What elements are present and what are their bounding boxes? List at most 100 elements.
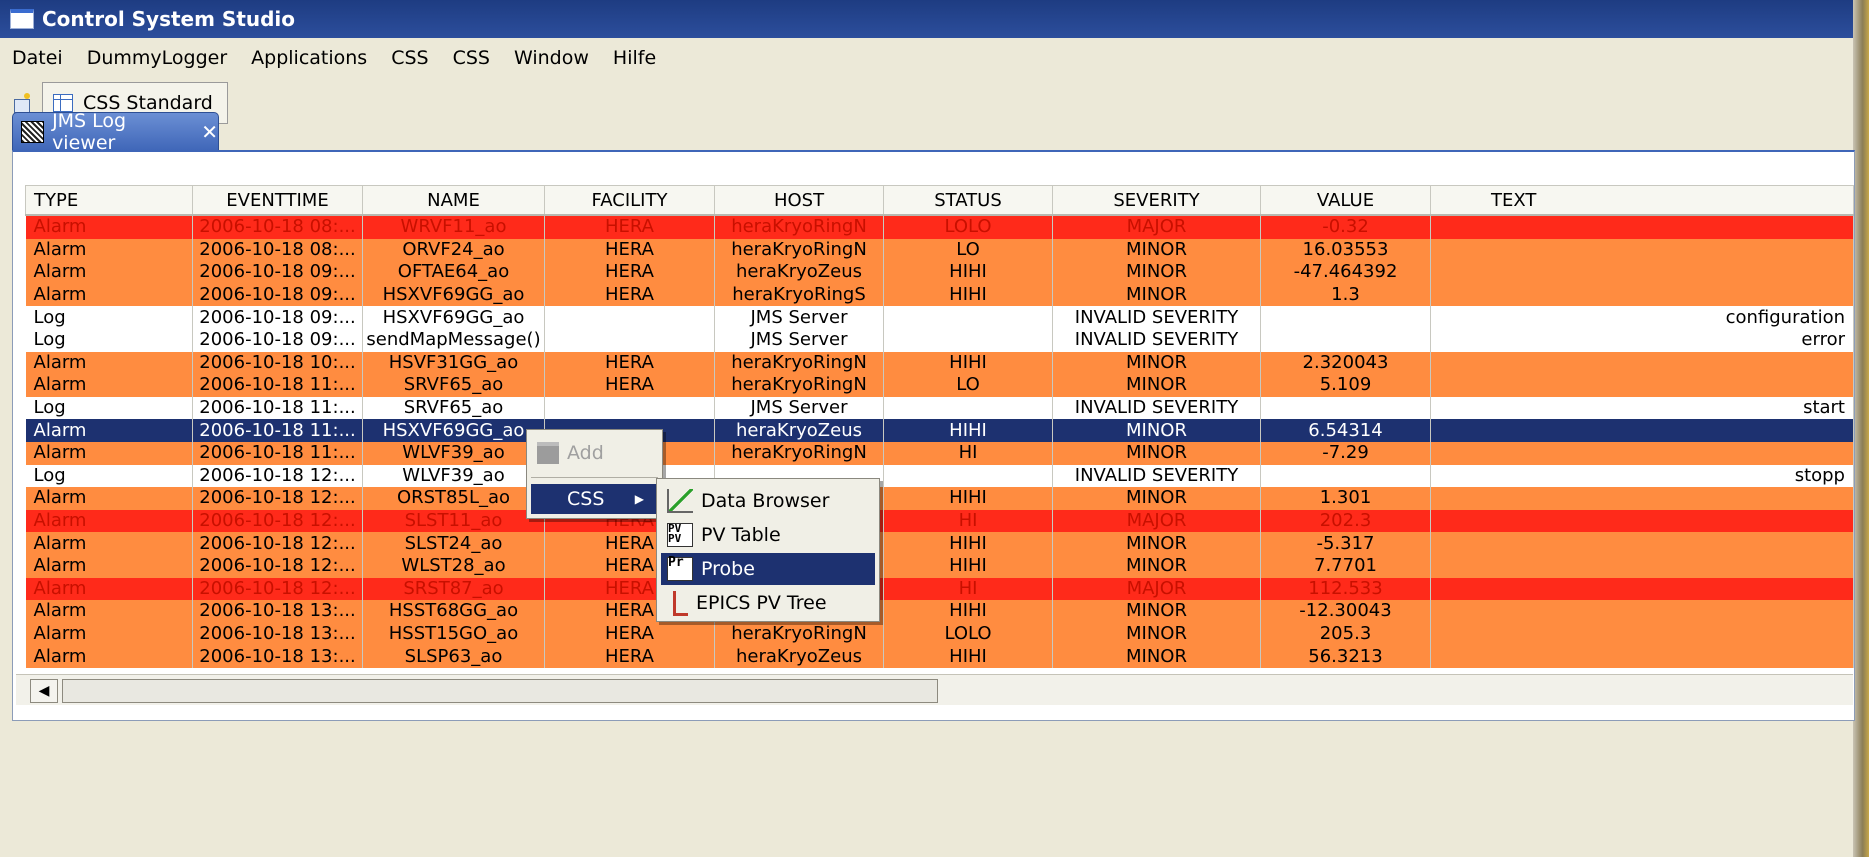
cell-eventtime: 2006-10-18 12:... <box>192 487 363 510</box>
cell-status: HIHI <box>883 283 1053 307</box>
cell-value: -47.464392 <box>1260 261 1431 284</box>
column-header-value[interactable]: VALUE <box>1260 185 1431 216</box>
column-header-status[interactable]: STATUS <box>883 185 1053 216</box>
cell-status: HIHI <box>883 351 1053 375</box>
table-row[interactable]: Alarm 2006-10-18 12:... WLST28_ao HERA HIHI M… <box>25 554 1854 578</box>
table-row[interactable]: Log 2006-10-18 12:... WLVF39_ao INVALID SEV… <box>25 464 1854 488</box>
cell-type: Alarm <box>25 238 193 262</box>
submenu-item-probe[interactable]: Pr Probe <box>661 553 875 585</box>
cell-host: heraKryoRingN <box>714 351 884 375</box>
cell-name: OFTAE64_ao <box>362 261 545 284</box>
open-perspective-icon[interactable] <box>12 93 32 113</box>
table-row[interactable]: Alarm 2006-10-18 12:... ORST85L_ao HIHI MINO… <box>25 487 1854 510</box>
cell-name: WLST28_ao <box>362 554 545 578</box>
cell-status: LO <box>883 238 1053 262</box>
cell-text <box>1430 622 1854 646</box>
table-row[interactable]: Alarm 2006-10-18 11:... WLVF39_ao heraKryoR… <box>25 441 1854 465</box>
menu-dummylogger[interactable]: DummyLogger <box>75 47 239 69</box>
cell-text <box>1430 419 1854 442</box>
cell-status <box>883 328 1053 352</box>
cell-host: JMS Server <box>714 306 884 329</box>
column-header-host[interactable]: HOST <box>714 185 884 216</box>
cell-status: HIHI <box>883 645 1053 668</box>
title-bar: Control System Studio <box>0 0 1869 38</box>
scrollbar-thumb[interactable] <box>62 679 938 703</box>
menu-item-css[interactable]: CSS ▶ <box>531 484 658 514</box>
cell-eventtime: 2006-10-18 12:... <box>192 577 363 601</box>
scroll-left-icon[interactable]: ◀ <box>30 679 58 703</box>
cell-status: LOLO <box>883 215 1053 239</box>
column-header-name[interactable]: NAME <box>362 185 545 216</box>
cell-type: Alarm <box>25 509 193 533</box>
column-header-text[interactable]: TEXT <box>1430 185 1854 216</box>
table-row[interactable]: Alarm 2006-10-18 09:... HSXVF69GG_ao HERA he… <box>25 283 1854 307</box>
cell-eventtime: 2006-10-18 13:... <box>192 645 363 668</box>
cell-status: LO <box>883 374 1053 397</box>
cell-eventtime: 2006-10-18 12:... <box>192 554 363 578</box>
table-row[interactable]: Alarm 2006-10-18 13:... SLSP63_ao HERA heraK… <box>25 645 1854 668</box>
column-header-severity[interactable]: SEVERITY <box>1052 185 1261 216</box>
cell-severity: MINOR <box>1052 374 1261 397</box>
log-viewer-icon <box>21 121 45 143</box>
cell-severity: MAJOR <box>1052 509 1261 533</box>
table-row[interactable]: Alarm 2006-10-18 09:... OFTAE64_ao HERA hera… <box>25 261 1854 284</box>
table-row[interactable]: Log 2006-10-18 09:... HSXVF69GG_ao JMS Serv… <box>25 306 1854 329</box>
submenu-item-pv-table[interactable]: PV PV PV Table <box>661 519 875 551</box>
table-row[interactable]: Alarm2006-10-18 13:...HSST68GG_aoHERAher… <box>25 600 1854 623</box>
tab-jms-log-viewer[interactable]: JMS Log viewer ✕ <box>12 110 219 154</box>
cell-eventtime: 2006-10-18 13:... <box>192 622 363 646</box>
cell-severity: MINOR <box>1052 238 1261 262</box>
submenu-item-label: Data Browser <box>701 490 830 512</box>
cell-eventtime: 2006-10-18 11:... <box>192 441 363 465</box>
cell-type: Alarm <box>25 600 193 623</box>
table-row[interactable]: Alarm 2006-10-18 12:... SRST87_ao HERA HI MAJ… <box>25 577 1854 601</box>
cell-value: -5.317 <box>1260 532 1431 555</box>
cell-eventtime: 2006-10-18 11:... <box>192 396 363 420</box>
menu-css-2[interactable]: CSS <box>441 47 502 69</box>
close-icon[interactable]: ✕ <box>201 120 218 144</box>
table-row[interactable]: Log 2006-10-18 11:... SRVF65_ao JMS Server I… <box>25 396 1854 420</box>
menu-bar: Datei DummyLogger Applications CSS CSS W… <box>0 38 1853 78</box>
table-row[interactable]: Alarm 2006-10-18 08:... WRVF11_ao HERA heraK… <box>25 215 1854 239</box>
column-header-facility[interactable]: FACILITY <box>544 185 715 216</box>
cell-text <box>1430 532 1854 555</box>
cell-severity: MINOR <box>1052 351 1261 375</box>
menu-datei[interactable]: Datei <box>0 47 75 69</box>
submenu-item-data-browser[interactable]: Data Browser <box>661 485 875 517</box>
table-row[interactable]: Alarm 2006-10-18 12:... SLST24_ao HERA HIHI M… <box>25 532 1854 555</box>
menu-item-add[interactable]: Add <box>527 436 662 470</box>
epics-pv-tree-icon <box>673 590 688 616</box>
context-menu: Add CSS ▶ <box>526 429 663 519</box>
cell-host: heraKryoRingN <box>714 238 884 262</box>
menu-applications[interactable]: Applications <box>239 47 379 69</box>
table-row[interactable]: Alarm 2006-10-18 12:... SLST11_ao HERA HI MAJ… <box>25 509 1854 533</box>
cell-value: 7.7701 <box>1260 554 1431 578</box>
menu-hilfe[interactable]: Hilfe <box>601 47 668 69</box>
cell-eventtime: 2006-10-18 13:... <box>192 600 363 623</box>
table-row[interactable]: Alarm 2006-10-18 11:... SRVF65_ao HERA heraK… <box>25 374 1854 397</box>
table-row[interactable]: Alarm 2006-10-18 10:... HSVF31GG_ao HERA her… <box>25 351 1854 375</box>
cell-status: HIHI <box>883 487 1053 510</box>
cell-eventtime: 2006-10-18 09:... <box>192 328 363 352</box>
column-header-eventtime[interactable]: EVENTTIME <box>192 185 363 216</box>
cell-name: SRVF65_ao <box>362 374 545 397</box>
table-row[interactable]: Log 2006-10-18 09:... sendMapMessage() JMS … <box>25 328 1854 352</box>
submenu-item-label: EPICS PV Tree <box>696 592 827 614</box>
table-row[interactable]: Alarm 2006-10-18 13:... HSST15GO_ao HERA her… <box>25 622 1854 646</box>
table-row[interactable]: Alarm 2006-10-18 08:... ORVF24_ao HERA heraK… <box>25 238 1854 262</box>
cell-type: Log <box>25 396 193 420</box>
cell-type: Alarm <box>25 487 193 510</box>
cell-text <box>1430 509 1854 533</box>
menu-css[interactable]: CSS <box>379 47 440 69</box>
submenu-item-epics-pv-tree[interactable]: EPICS PV Tree <box>661 587 875 619</box>
cell-status <box>883 306 1053 329</box>
horizontal-scrollbar[interactable]: ◀ <box>16 674 1853 705</box>
cell-status: HIHI <box>883 600 1053 623</box>
cell-host: heraKryoZeus <box>714 645 884 668</box>
cell-severity: INVALID SEVERITY <box>1052 464 1261 488</box>
menu-window[interactable]: Window <box>502 47 601 69</box>
column-header-type[interactable]: TYPE <box>25 185 193 216</box>
table-row[interactable]: Alarm 2006-10-18 11:... HSXVF69GG_ao heraKr… <box>25 419 1854 442</box>
cell-name: HSXVF69GG_ao <box>362 283 545 307</box>
cell-value <box>1260 306 1431 329</box>
